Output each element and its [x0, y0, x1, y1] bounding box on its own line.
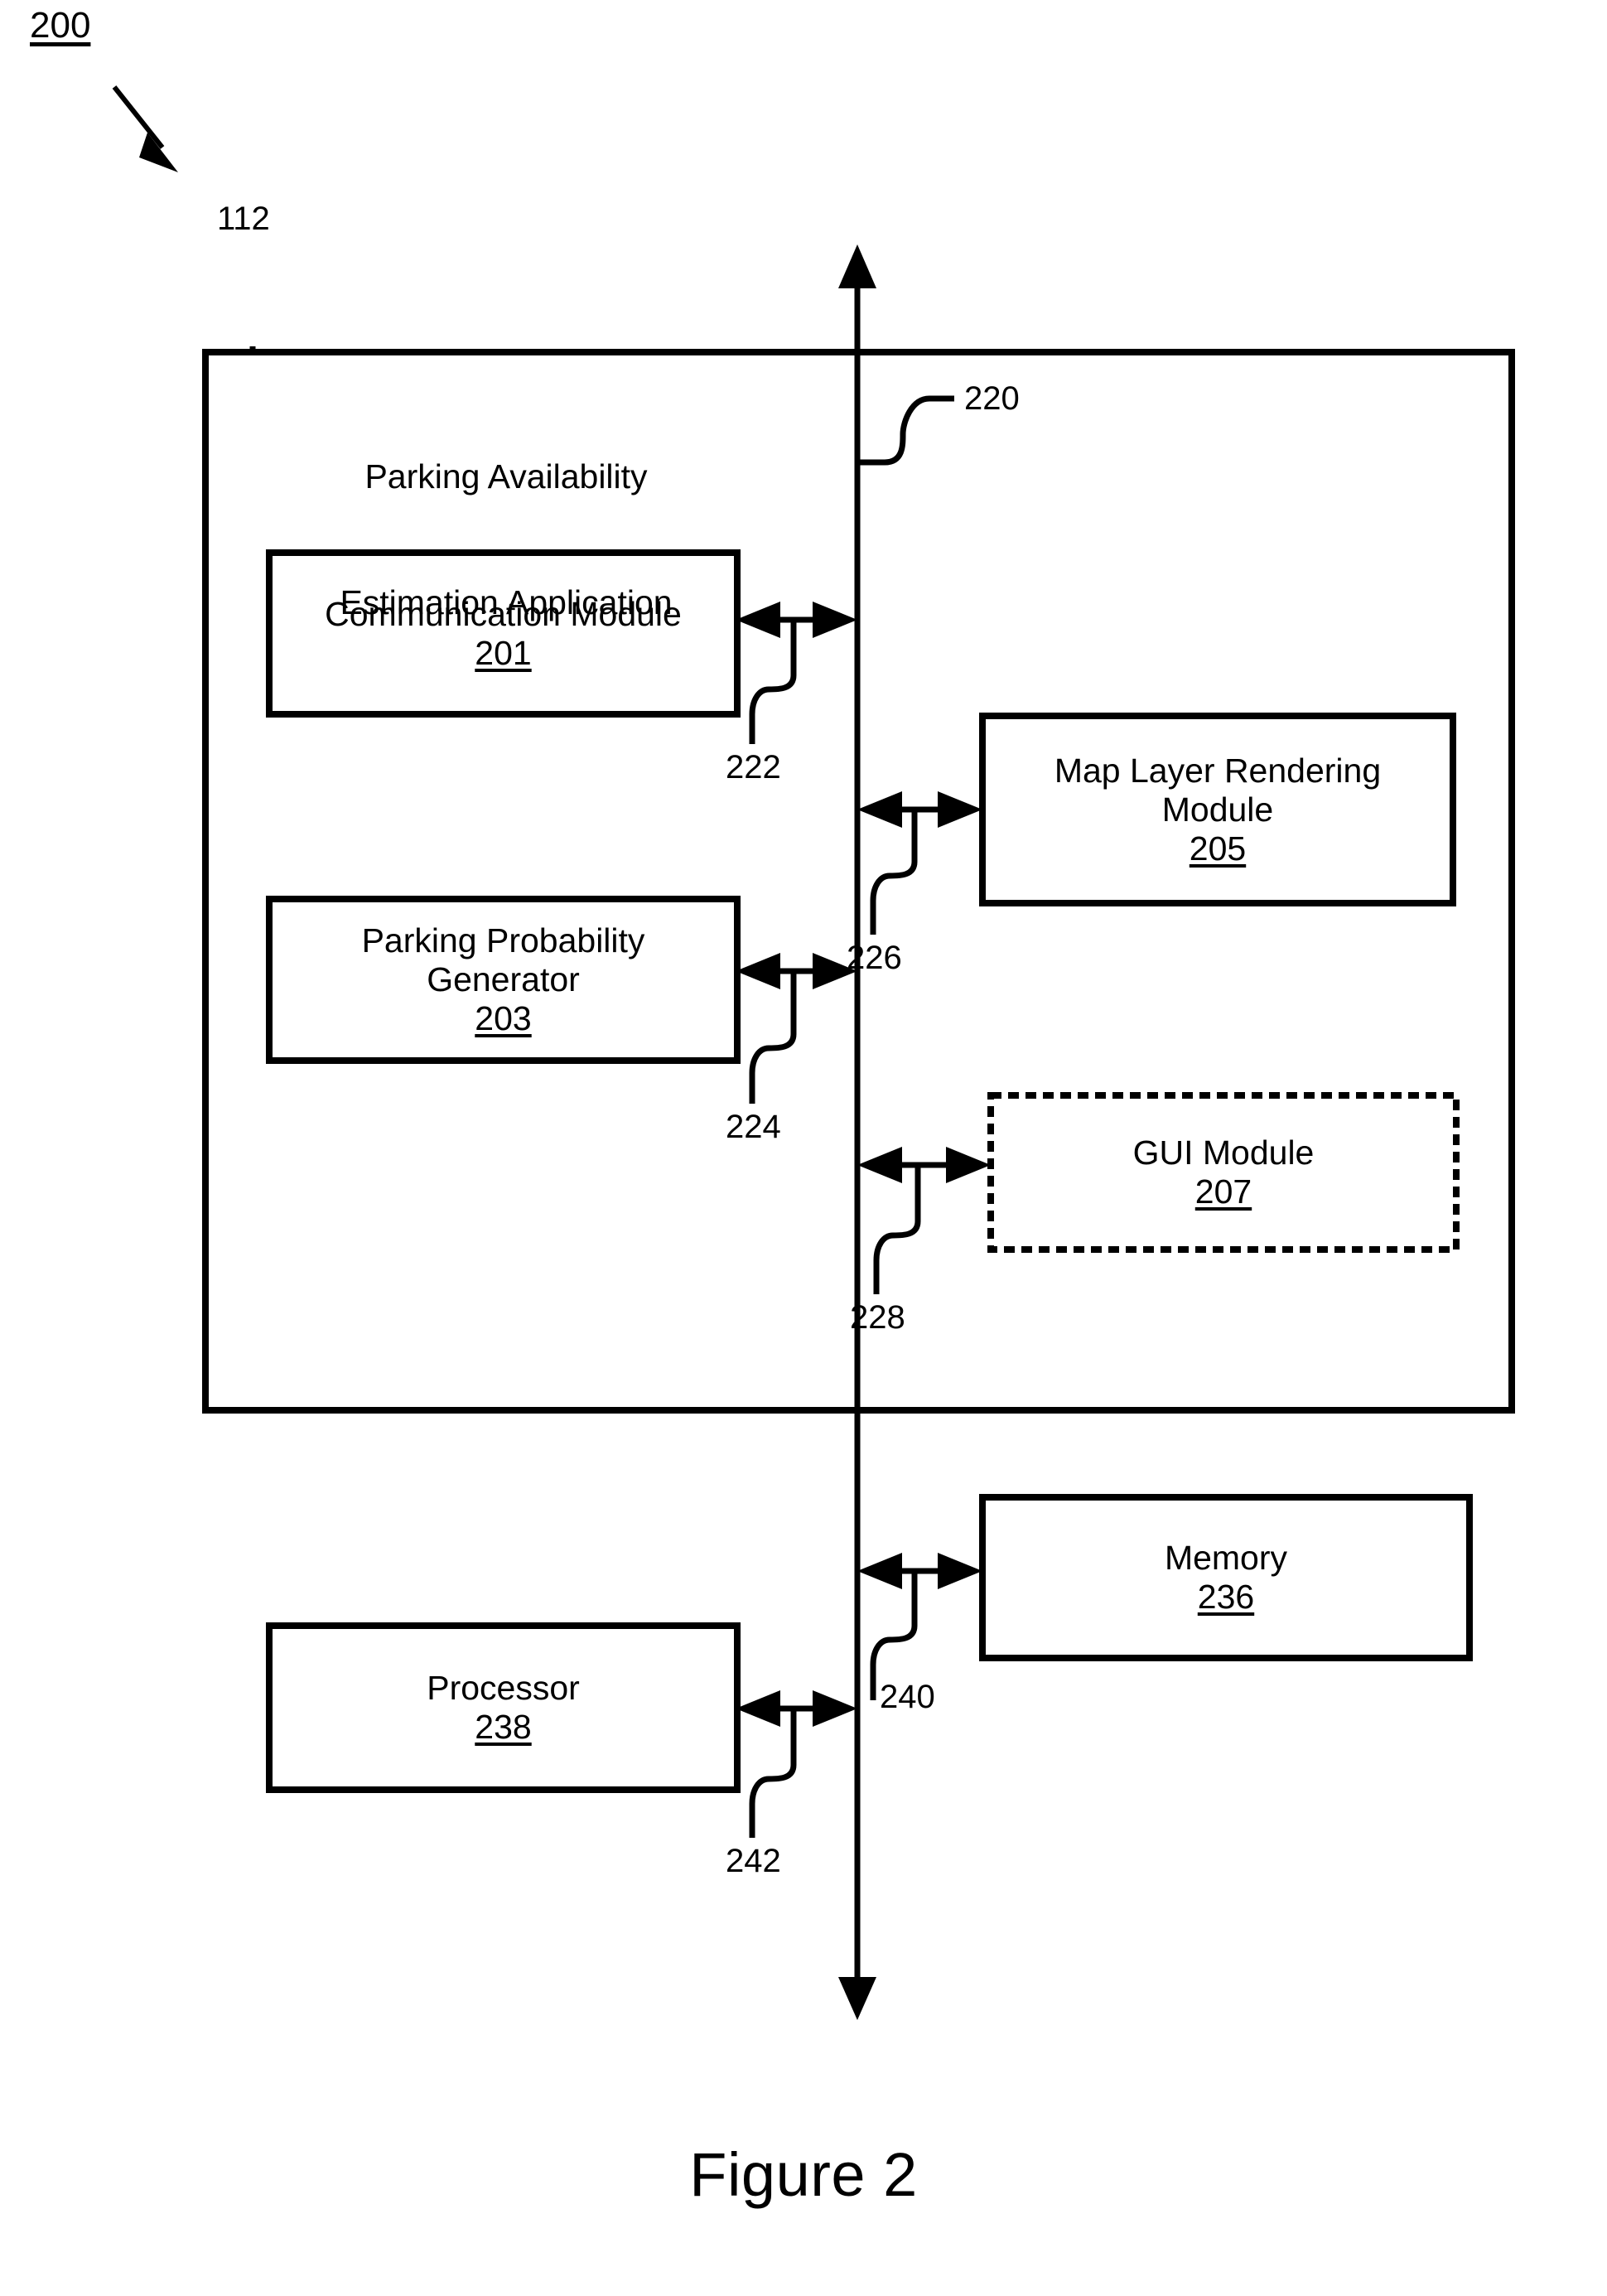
memory-label: Memory: [1164, 1539, 1288, 1577]
processor-ref: 238: [475, 1708, 532, 1746]
gui-module-ref: 207: [1194, 1172, 1252, 1211]
ref-224: 224: [726, 1109, 781, 1145]
patent-figure-2: 200 112 Parking Availability Estimation …: [0, 0, 1607, 2296]
ref-228: 228: [850, 1299, 905, 1336]
memory-ref: 236: [1197, 1578, 1255, 1616]
communication-module[interactable]: Communication Module 201: [269, 553, 737, 714]
map-layer-rendering-module[interactable]: Map Layer Rendering Module 205: [982, 716, 1453, 903]
ref-112: 112: [217, 201, 270, 237]
sheet-ref-arrow: [112, 85, 178, 172]
communication-module-label: Communication Module: [325, 594, 682, 633]
processor-module[interactable]: Processor 238: [269, 1626, 737, 1790]
application-title-line1: Parking Availability: [364, 457, 648, 495]
connector-242: [736, 1690, 857, 1838]
parking-probability-generator-label-line1: Parking Probability: [361, 921, 645, 959]
parking-probability-generator[interactable]: Parking Probability Generator 203: [269, 899, 737, 1061]
processor-label: Processor: [427, 1669, 580, 1707]
gui-module-label: GUI Module: [1132, 1133, 1315, 1172]
parking-probability-generator-label-line2: Generator: [427, 960, 580, 998]
figure-caption: Figure 2: [689, 2140, 918, 2209]
ref-240: 240: [880, 1679, 935, 1715]
ref-222: 222: [726, 749, 781, 785]
ref-226: 226: [847, 940, 902, 976]
memory-module[interactable]: Memory 236: [982, 1497, 1469, 1658]
parking-probability-generator-ref: 203: [475, 999, 532, 1037]
map-layer-rendering-module-label-line2: Module: [1161, 790, 1274, 829]
map-layer-rendering-module-label-line1: Map Layer Rendering: [1054, 751, 1382, 790]
gui-module[interactable]: GUI Module 207: [991, 1095, 1456, 1250]
sheet-reference-200: 200: [30, 5, 91, 46]
communication-module-ref: 201: [475, 633, 532, 672]
ref-220-bus: 220: [964, 380, 1020, 417]
ref-242: 242: [726, 1843, 781, 1879]
map-layer-rendering-module-ref: 205: [1189, 829, 1247, 868]
